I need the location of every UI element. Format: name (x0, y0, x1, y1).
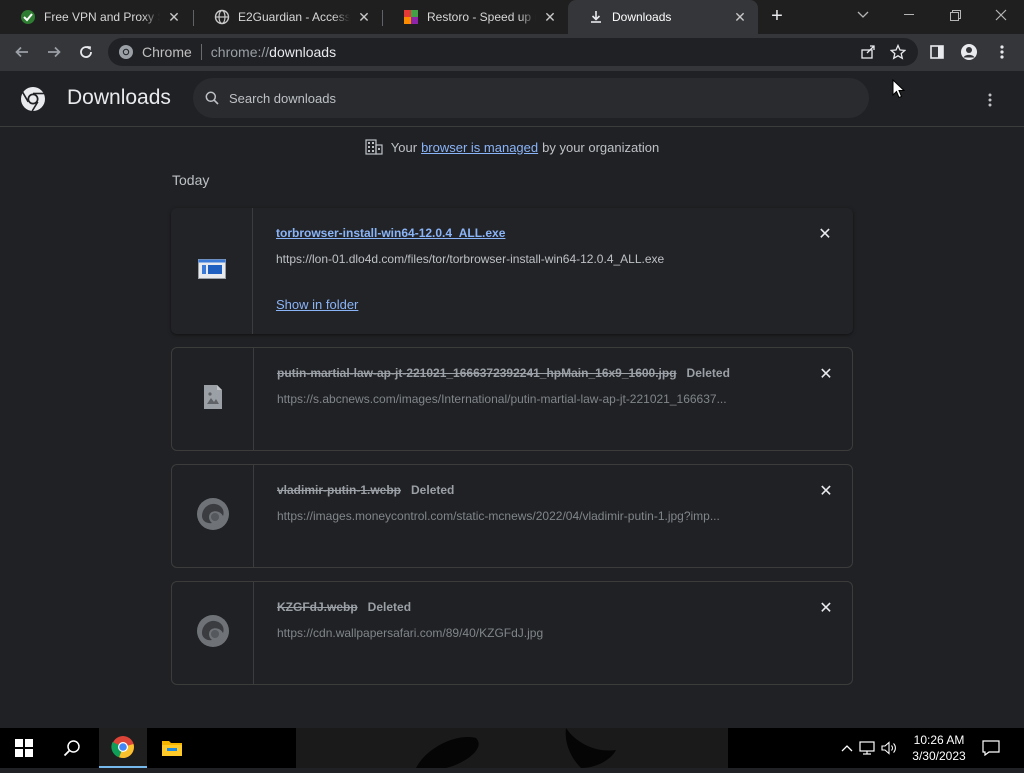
chrome-logo-icon (20, 86, 46, 112)
file-icon-column (172, 465, 254, 567)
search-icon[interactable] (48, 728, 96, 768)
notification-center-icon[interactable] (968, 728, 1014, 768)
back-button[interactable] (8, 38, 36, 66)
tab-title: E2Guardian - Access Denied (238, 10, 350, 24)
remove-close-icon[interactable]: ✕ (815, 224, 835, 244)
downloads-more-actions-icon[interactable] (978, 88, 1002, 112)
omnibox-separator (200, 44, 202, 60)
status-deleted: Deleted (411, 483, 455, 497)
file-name-link[interactable]: torbrowser-install-win64-12.0.4_ALL.exe (276, 226, 505, 240)
tab-strip: Free VPN and Proxy Software ✕ E2Guardian… (0, 0, 1024, 34)
close-icon[interactable]: ✕ (356, 9, 372, 25)
tab-restoro[interactable]: Restoro - Speed up my PC ✕ (383, 0, 568, 34)
show-in-folder-link[interactable]: Show in folder (276, 297, 358, 312)
show-hidden-icons-chevron-icon[interactable] (838, 744, 856, 752)
search-downloads-box[interactable] (193, 78, 869, 118)
page-title: Downloads (67, 86, 171, 109)
reload-button[interactable] (72, 38, 100, 66)
search-input[interactable] (229, 90, 829, 106)
clock-date: 3/30/2023 (912, 749, 966, 763)
remove-close-icon[interactable]: ✕ (816, 364, 836, 384)
file-url[interactable]: https://images.moneycontrol.com/static-m… (277, 509, 777, 523)
building-icon (365, 139, 383, 155)
exe-file-icon (197, 258, 226, 284)
minimize-button[interactable] (886, 0, 932, 30)
file-icon-column (172, 582, 254, 684)
edge-file-icon (196, 614, 230, 653)
tab-downloads[interactable]: Downloads ✕ (568, 0, 758, 34)
vpn-favicon-icon (20, 9, 36, 25)
volume-icon[interactable] (878, 741, 900, 755)
system-tray (838, 728, 900, 768)
download-item: putin-martial-law-ap-jt-221021_166637239… (171, 347, 853, 451)
close-icon[interactable]: ✕ (542, 9, 558, 25)
remove-close-icon[interactable]: ✕ (816, 598, 836, 618)
url-scheme: chrome:// (210, 44, 270, 60)
close-icon[interactable]: ✕ (166, 9, 182, 25)
taskbar-clock[interactable]: 10:26 AM 3/30/2023 (905, 732, 973, 764)
file-name-text: KZGFdJ.webp (277, 600, 358, 614)
wallpaper-preview (296, 728, 728, 768)
remove-close-icon[interactable]: ✕ (816, 481, 836, 501)
status-deleted: Deleted (686, 366, 730, 380)
file-url[interactable]: https://s.abcnews.com/images/Internation… (277, 392, 777, 406)
file-url[interactable]: https://lon-01.dlo4d.com/files/tor/torbr… (276, 252, 816, 266)
chrome-icon (118, 44, 134, 60)
downloads-header: Downloads (0, 71, 1024, 127)
chrome-taskbar-icon[interactable] (99, 728, 147, 768)
omnibox-chrome-label: Chrome (142, 44, 192, 60)
restore-button[interactable] (932, 0, 978, 30)
tab-search-chevron-icon[interactable] (840, 0, 886, 30)
download-item: torbrowser-install-win64-12.0.4_ALL.exe … (171, 208, 853, 334)
tab-title: Downloads (612, 10, 672, 24)
restoro-favicon-icon (403, 9, 419, 25)
globe-icon (214, 9, 230, 25)
chrome-menu-icon[interactable] (988, 38, 1016, 66)
file-icon-column (171, 208, 253, 334)
url-host: downloads (269, 44, 337, 60)
file-name: KZGFdJ.webp Deleted (277, 600, 411, 614)
file-name-text: vladimir-putin-1.webp (277, 483, 402, 497)
network-icon[interactable] (856, 741, 878, 755)
edge-file-icon (196, 497, 230, 536)
address-bar[interactable]: Chrome chrome://downloads (108, 38, 918, 66)
browser-toolbar: Chrome chrome://downloads (0, 34, 1024, 71)
download-icon (588, 9, 604, 25)
managed-prefix: Your (390, 139, 418, 155)
search-icon (205, 91, 219, 105)
file-url[interactable]: https://cdn.wallpapersafari.com/89/40/KZ… (277, 626, 777, 640)
status-deleted: Deleted (367, 600, 412, 614)
file-name: putin-martial-law-ap-jt-221021_166637239… (277, 366, 730, 380)
share-icon[interactable] (860, 44, 876, 60)
clock-time: 10:26 AM (913, 733, 965, 747)
file-icon-column (172, 348, 254, 450)
profile-avatar-icon[interactable] (955, 38, 983, 66)
mouse-cursor-icon (892, 78, 906, 104)
image-file-icon (203, 384, 223, 415)
tab-title: Free VPN and Proxy Software (44, 10, 160, 24)
file-name: vladimir-putin-1.webp Deleted (277, 483, 454, 497)
tab-title: Restoro - Speed up my PC (427, 10, 536, 24)
download-item: vladimir-putin-1.webp Deleted https://ima… (171, 464, 853, 568)
side-panel-icon[interactable] (923, 38, 951, 66)
browser-managed-link[interactable]: browser is managed (421, 140, 538, 155)
tab-e2guardian[interactable]: E2Guardian - Access Denied ✕ (194, 0, 382, 34)
close-window-button[interactable] (978, 0, 1024, 30)
forward-button[interactable] (40, 38, 68, 66)
new-tab-button[interactable]: + (766, 6, 788, 28)
windows-start-icon[interactable] (0, 728, 48, 768)
section-date-label: Today (172, 172, 210, 188)
download-item: KZGFdJ.webp Deleted https://cdn.wallpaper… (171, 581, 853, 685)
file-explorer-icon[interactable] (148, 728, 196, 768)
file-name-text: putin-martial-law-ap-jt-221021_166637239… (277, 366, 677, 380)
windows-taskbar: 10:26 AM 3/30/2023 (0, 728, 1024, 768)
bookmark-star-icon[interactable] (890, 44, 906, 60)
close-icon[interactable]: ✕ (732, 9, 748, 25)
tab-free-vpn[interactable]: Free VPN and Proxy Software ✕ (0, 0, 192, 34)
managed-suffix: by your organization (542, 139, 660, 155)
managed-notice: Your browser is managed by your organiza… (0, 139, 1024, 155)
